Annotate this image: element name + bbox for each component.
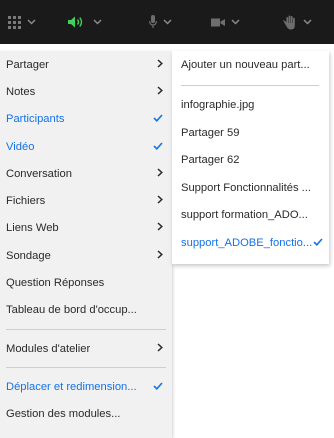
speaker-button[interactable] <box>67 0 102 44</box>
submenu-separator <box>181 84 319 86</box>
raise-hand-button[interactable] <box>283 0 312 44</box>
chevron-down-icon <box>93 19 102 25</box>
chevron-down-icon <box>303 19 312 25</box>
check-mark <box>153 141 163 153</box>
submenu-arrow <box>157 222 163 234</box>
submenu-arrow <box>157 250 163 262</box>
check-mark <box>313 237 323 249</box>
chevron-right-icon <box>157 86 163 95</box>
menu-item-modules-d-atelier[interactable]: Modules d'atelier <box>0 335 172 362</box>
menu-item-label: Liens Web <box>6 222 59 235</box>
chevron-right-icon <box>157 343 163 352</box>
chevron-right-icon <box>157 168 163 177</box>
menu-item-label: Conversation <box>6 167 72 180</box>
submenu-arrow <box>157 59 163 71</box>
submenu-arrow <box>157 343 163 355</box>
menu-item-label: Partager <box>6 58 49 71</box>
menu-item-label: Modules d'atelier <box>6 342 91 355</box>
check-mark <box>153 381 163 393</box>
checkmark-icon <box>153 114 163 123</box>
share-item[interactable]: support formation_ADO... <box>172 202 329 230</box>
share-item-label: Support Fonctionnalités ... <box>181 181 311 194</box>
raise-hand-icon <box>283 15 295 29</box>
submenu-arrow <box>157 168 163 180</box>
menu-item-fichiers[interactable]: Fichiers <box>0 187 172 214</box>
menu-item-liens-web[interactable]: Liens Web <box>0 215 172 242</box>
share-item-label: support_ADOBE_fonctio... <box>181 236 313 249</box>
menu-item-sondage[interactable]: Sondage <box>0 242 172 269</box>
share-item-label: Partager 59 <box>181 126 240 139</box>
menu-item-video[interactable]: Vidéo <box>0 133 172 160</box>
share-item[interactable]: Partager 62 <box>172 147 329 175</box>
camera-icon <box>211 18 225 26</box>
menu-item-label: Déplacer et redimension... <box>6 380 137 393</box>
checkmark-icon <box>153 141 163 150</box>
share-item-label: infographie.jpg <box>181 99 255 112</box>
chevron-down-icon <box>163 19 172 25</box>
menu-separator <box>6 367 166 369</box>
checkmark-icon <box>153 382 163 390</box>
menu-item-label: Gestion des modules... <box>6 408 121 421</box>
menu-item-gestion-des-modules[interactable]: Gestion des modules... <box>0 401 172 428</box>
chevron-down-icon <box>231 19 240 25</box>
submenu-arrow <box>157 195 163 207</box>
menu-item-question-reponses[interactable]: Question Réponses <box>0 269 172 296</box>
chevron-right-icon <box>157 222 163 231</box>
menu-item-conversation[interactable]: Conversation <box>0 160 172 187</box>
pods-menu: Partager Notes Participants Vidéo Conversati… <box>0 51 172 438</box>
camera-button[interactable] <box>211 0 240 44</box>
meeting-toolbar <box>0 0 334 44</box>
share-item-label: support formation_ADO... <box>181 209 308 222</box>
menu-item-tableau-de-bord-d-occup[interactable]: Tableau de bord d'occup... <box>0 297 172 324</box>
add-new-share-label: Ajouter un nouveau part... <box>181 58 310 71</box>
chevron-right-icon <box>157 195 163 204</box>
apps-menu-button[interactable] <box>8 0 36 44</box>
chevron-right-icon <box>157 250 163 259</box>
menu-item-label: Fichiers <box>6 195 46 208</box>
share-item-label: Partager 62 <box>181 154 240 167</box>
microphone-icon <box>149 15 157 28</box>
chevron-right-icon <box>157 59 163 68</box>
share-submenu: Ajouter un nouveau part... infographie.jp… <box>172 51 329 264</box>
menu-item-notes[interactable]: Notes <box>0 78 172 105</box>
share-item[interactable]: support_ADOBE_fonctio... <box>172 229 329 257</box>
menu-item-deplacer-et-redimension[interactable]: Déplacer et redimension... <box>0 373 172 400</box>
checkmark-icon <box>313 238 323 246</box>
menu-item-partager[interactable]: Partager <box>0 51 172 78</box>
menu-item-label: Question Réponses <box>6 277 105 290</box>
menu-item-label: Notes <box>6 85 36 98</box>
share-item[interactable]: infographie.jpg <box>172 92 329 120</box>
share-item[interactable]: Support Fonctionnalités ... <box>172 174 329 202</box>
menu-item-label: Vidéo <box>6 140 35 153</box>
microphone-button[interactable] <box>149 0 172 44</box>
submenu-arrow <box>157 86 163 98</box>
menu-item-label: Tableau de bord d'occup... <box>6 304 137 317</box>
menu-item-label: Sondage <box>6 249 51 262</box>
apps-grid-icon <box>8 15 21 29</box>
chevron-down-icon <box>27 19 36 25</box>
menu-item-label: Participants <box>6 113 65 126</box>
add-new-share-item[interactable]: Ajouter un nouveau part... <box>172 51 329 79</box>
menu-separator <box>6 328 166 330</box>
check-mark <box>153 113 163 125</box>
speaker-icon <box>68 16 83 28</box>
menu-item-participants[interactable]: Participants <box>0 106 172 133</box>
share-item[interactable]: Partager 59 <box>172 119 329 147</box>
